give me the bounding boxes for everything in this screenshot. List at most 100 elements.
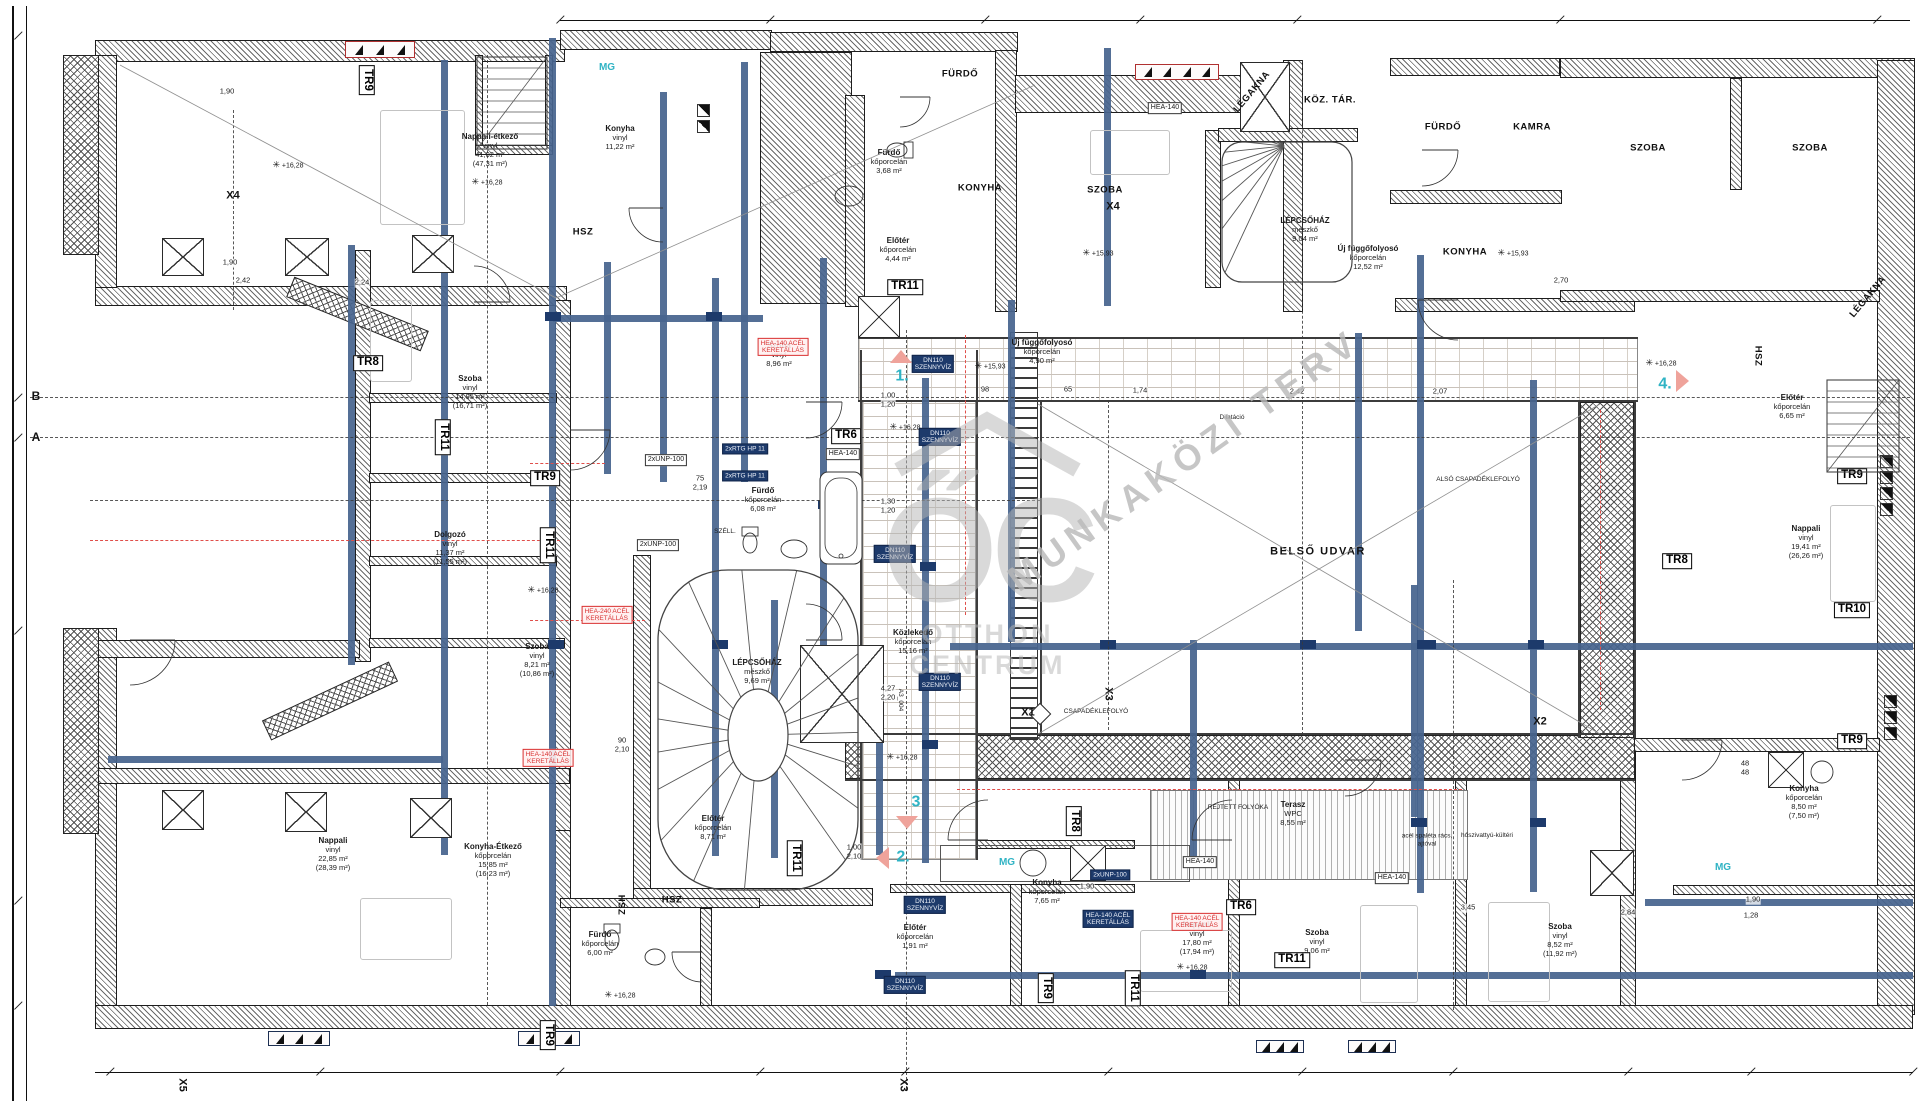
elevation-mark: ✳ +16,28: [1645, 357, 1676, 368]
room-label-hsz: HSZ: [662, 894, 683, 905]
steel-plate: [1411, 818, 1427, 827]
vent-triangle-icon: [355, 45, 363, 55]
room-label-el-t-r: Előtérkőporcelán8,71 m²: [695, 814, 732, 842]
vent-box: [1348, 1040, 1396, 1053]
vent-triangle-icon: [314, 1034, 322, 1044]
cyan-label-mg: MG: [1715, 862, 1731, 874]
wall-segment: [95, 640, 360, 658]
dimension-label: 3,45: [1461, 904, 1476, 913]
shaft-symbol: [858, 296, 900, 338]
tr-marker-tr9: TR9: [530, 470, 560, 486]
room-label-el-t-r: Előtérkőporcelán4,44 m²: [880, 236, 917, 264]
wall-segment: [1877, 60, 1915, 1015]
steel-label: 2xUNP-100: [645, 454, 687, 466]
grid-marker-x5: X5: [176, 1078, 189, 1091]
elevation-mark: ✳ +16,28: [604, 989, 635, 1000]
wall-segment: [1010, 884, 1022, 1006]
grid-marker-x3: X3: [897, 1078, 910, 1091]
elevation-mark: ✳ +16,28: [272, 159, 303, 170]
dimension-tick: [14, 433, 23, 442]
dimension-tick: [14, 1001, 23, 1010]
dimension-label: 752,19: [693, 474, 708, 491]
dimension-label: 1,74: [1133, 387, 1148, 396]
steel-label: HEA-240 ACÉLKERETÁLLÁS: [582, 606, 633, 624]
steel-plate: [818, 500, 834, 509]
cyan-label-mg: MG: [999, 857, 1015, 869]
demolition-line-vertical: [965, 335, 966, 615]
steel-label: 2xUNP-100: [637, 539, 679, 551]
wall-segment: [1390, 58, 1560, 76]
dimension-label: 2,70: [1554, 277, 1569, 286]
tr-marker-tr9: TR9: [1038, 973, 1054, 1003]
room-label-f-rd-: Fürdőkőporcelán6,00 m²: [582, 930, 619, 958]
steel-label: DN110SZENNYVÍZ: [919, 673, 961, 691]
tr-marker-tr9: TR9: [540, 1020, 556, 1050]
tr-marker-tr9: TR9: [359, 65, 375, 95]
room-label-k-zleked-: Közlekedőkőporcelán15,16 m²: [893, 628, 933, 656]
room-label-szoba: SZOBA: [1087, 184, 1123, 195]
room-label-bels-udvar: BELSŐ UDVAR: [1270, 546, 1366, 559]
dimension-label: 2,07: [1433, 388, 1448, 397]
steel-label: DN110SZENNYVÍZ: [874, 545, 916, 563]
wall-segment: [1560, 290, 1880, 302]
steel-beam-vertical: [922, 378, 929, 863]
room-label-l-pcs-h-z: LÉPCSŐHÁZmészkő9,69 m²: [732, 658, 781, 686]
vent-triangle-icon: [526, 1034, 534, 1044]
steel-beam-vertical: [604, 262, 611, 474]
dimension-tick: [14, 393, 23, 402]
steel-beam-vertical: [771, 600, 778, 858]
demolition-line-horizontal: [90, 540, 560, 541]
room-label-el-t-r: Előtérkőporcelán6,65 m²: [1774, 393, 1811, 421]
crosshatch-band: [63, 628, 99, 834]
room-label-szoba: Szobavinyl8,52 m²(11,92 m²): [1543, 922, 1577, 958]
steel-plate: [920, 562, 936, 571]
room-label-konyha: Konyhakőporcelán7,65 m²: [1029, 878, 1066, 906]
steel-beam-vertical: [1417, 255, 1424, 893]
room-label-szoba: SZOBA: [1792, 142, 1828, 153]
furniture-outline: [1488, 902, 1550, 1002]
steel-label: HEA-140: [1183, 856, 1217, 868]
annotation-h-szivatty-k-lt-ri: hőszivattyú-kültéri: [1461, 832, 1513, 840]
steel-plate: [706, 312, 722, 321]
room-label-konyha: KONYHA: [958, 182, 1002, 193]
section-arrow-icon: [896, 816, 918, 829]
annotation-ac-l-spal-ta-r-cs-ajt-val: acél spaléta rács, ajtóval: [1401, 832, 1453, 847]
cyan-label-mg: MG: [599, 62, 615, 74]
thin-wall-line: [1634, 402, 1636, 738]
steel-beam-vertical: [1355, 333, 1362, 631]
tr-marker-tr9: TR9: [1837, 468, 1867, 484]
cyan-label-1: 1.: [895, 368, 908, 387]
room-label-f-rd-: FÜRDŐ: [942, 68, 978, 79]
dimension-label: 2,42: [1290, 388, 1305, 397]
thin-wall-line: [858, 337, 1638, 339]
vent-box: [1135, 64, 1219, 80]
room-label-nappali: Nappalivinyl22,85 m²(28,39 m²): [316, 836, 351, 872]
steel-label: HEA-140 ACÉLKERETÁLLÁS: [523, 749, 574, 767]
vent-box: [345, 41, 415, 58]
wall-segment: [1205, 130, 1221, 288]
bearing-symbol: [1880, 487, 1893, 500]
dimension-label: 1,90: [220, 88, 235, 97]
steel-label: HEA-140 ACÉLKERETÁLLÁS: [758, 338, 809, 356]
shaft-symbol: [1768, 752, 1804, 788]
grid-marker-x4: X4: [226, 190, 239, 203]
room-label-kamra: KAMRA: [1513, 121, 1551, 132]
room-label-szoba: SZOBA: [1630, 142, 1666, 153]
grid-letter-b: B: [32, 389, 41, 403]
room-label-l-pcs-h-z: LÉPCSŐHÁZmészkő9,04 m²: [1280, 216, 1329, 244]
room-label-hsz: HSZ: [573, 226, 594, 237]
wall-segment: [560, 898, 760, 908]
steel-beam-vertical: [348, 245, 355, 665]
room-label-k-z-t-r-: KÖZ. TÁR.: [1304, 94, 1356, 105]
axis-line-vertical: [1302, 60, 1303, 740]
dimension-label: 1,001,20: [881, 391, 896, 408]
bearing-symbol: [1884, 695, 1897, 708]
room-label--j-f-gg-folyos-: Új függőfolyosókőporcelán4,90 m²: [1012, 338, 1073, 366]
demolition-line-horizontal: [957, 789, 1462, 790]
dimension-label: 1,90: [1080, 883, 1095, 892]
elevation-mark: ✳ +16,28: [889, 421, 920, 432]
tr-marker-tr11: TR11: [435, 419, 451, 455]
dimension-tick: [14, 31, 23, 40]
dimension-label: 1,002,10: [847, 843, 862, 860]
wall-segment: [95, 40, 565, 62]
